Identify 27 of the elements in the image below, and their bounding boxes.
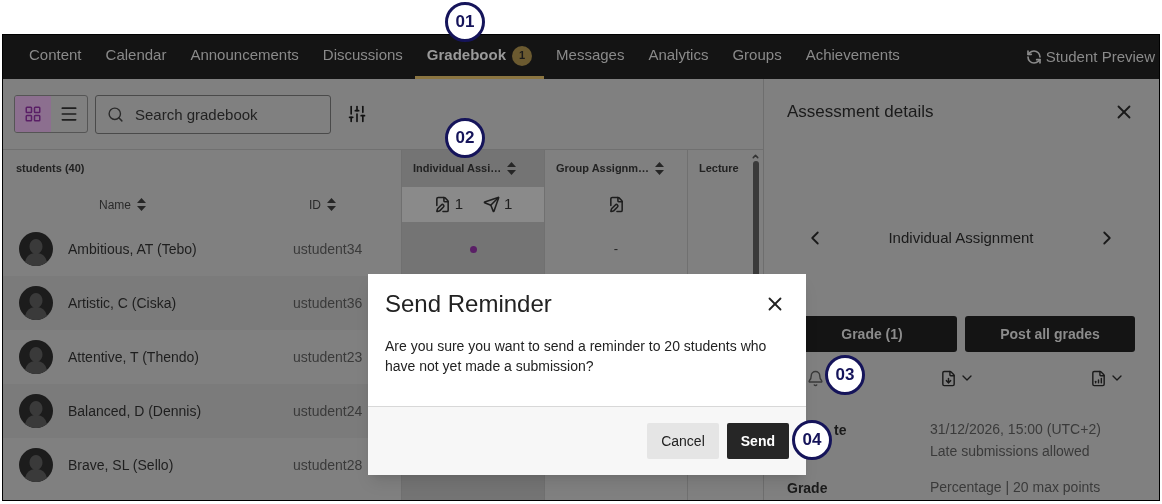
student-id: ustudent34 — [293, 239, 363, 259]
student-name: Balanced, D (Dennis) — [68, 401, 203, 421]
student-name: Brave, SL (Sello) — [68, 455, 175, 475]
count-badge: 1 — [512, 45, 533, 66]
count-text: 1 — [504, 194, 513, 215]
assessment-name: Individual Assignment — [888, 227, 1034, 248]
students-count: students (40) — [16, 161, 85, 177]
detail-value: Late submissions allowed — [930, 442, 1091, 461]
count-text: 1 — [454, 194, 463, 215]
detail-value: Percentage | 20 max points — [930, 478, 1101, 497]
dialog-title: Send Reminder — [385, 289, 552, 319]
student-name: Ambitious, AT (Tebo) — [68, 239, 198, 259]
student-id: ustudent28 — [293, 455, 363, 475]
student-id: ustudent23 — [293, 347, 363, 367]
student-id: ustudent36 — [293, 293, 363, 313]
dialog-message: Are you sure you want to send a reminder to 20 students who have not yet made a submission? — [384, 337, 768, 376]
callout-badge: 01 — [445, 2, 485, 42]
column-header: ID — [309, 196, 321, 214]
detail-value: 31/12/2026, 15:00 (UTC+2) — [930, 420, 1101, 439]
column-header: Name — [99, 196, 131, 214]
detail-label: te — [834, 422, 847, 438]
detail-label: Grade — [787, 480, 828, 496]
student-name: Attentive, T (Thendo) — [68, 347, 200, 367]
panel-title: Assessment details — [787, 101, 934, 124]
cell-text: - — [613, 240, 619, 259]
student-id: ustudent24 — [293, 401, 363, 421]
student-name: Artistic, C (Ciska) — [68, 293, 178, 313]
